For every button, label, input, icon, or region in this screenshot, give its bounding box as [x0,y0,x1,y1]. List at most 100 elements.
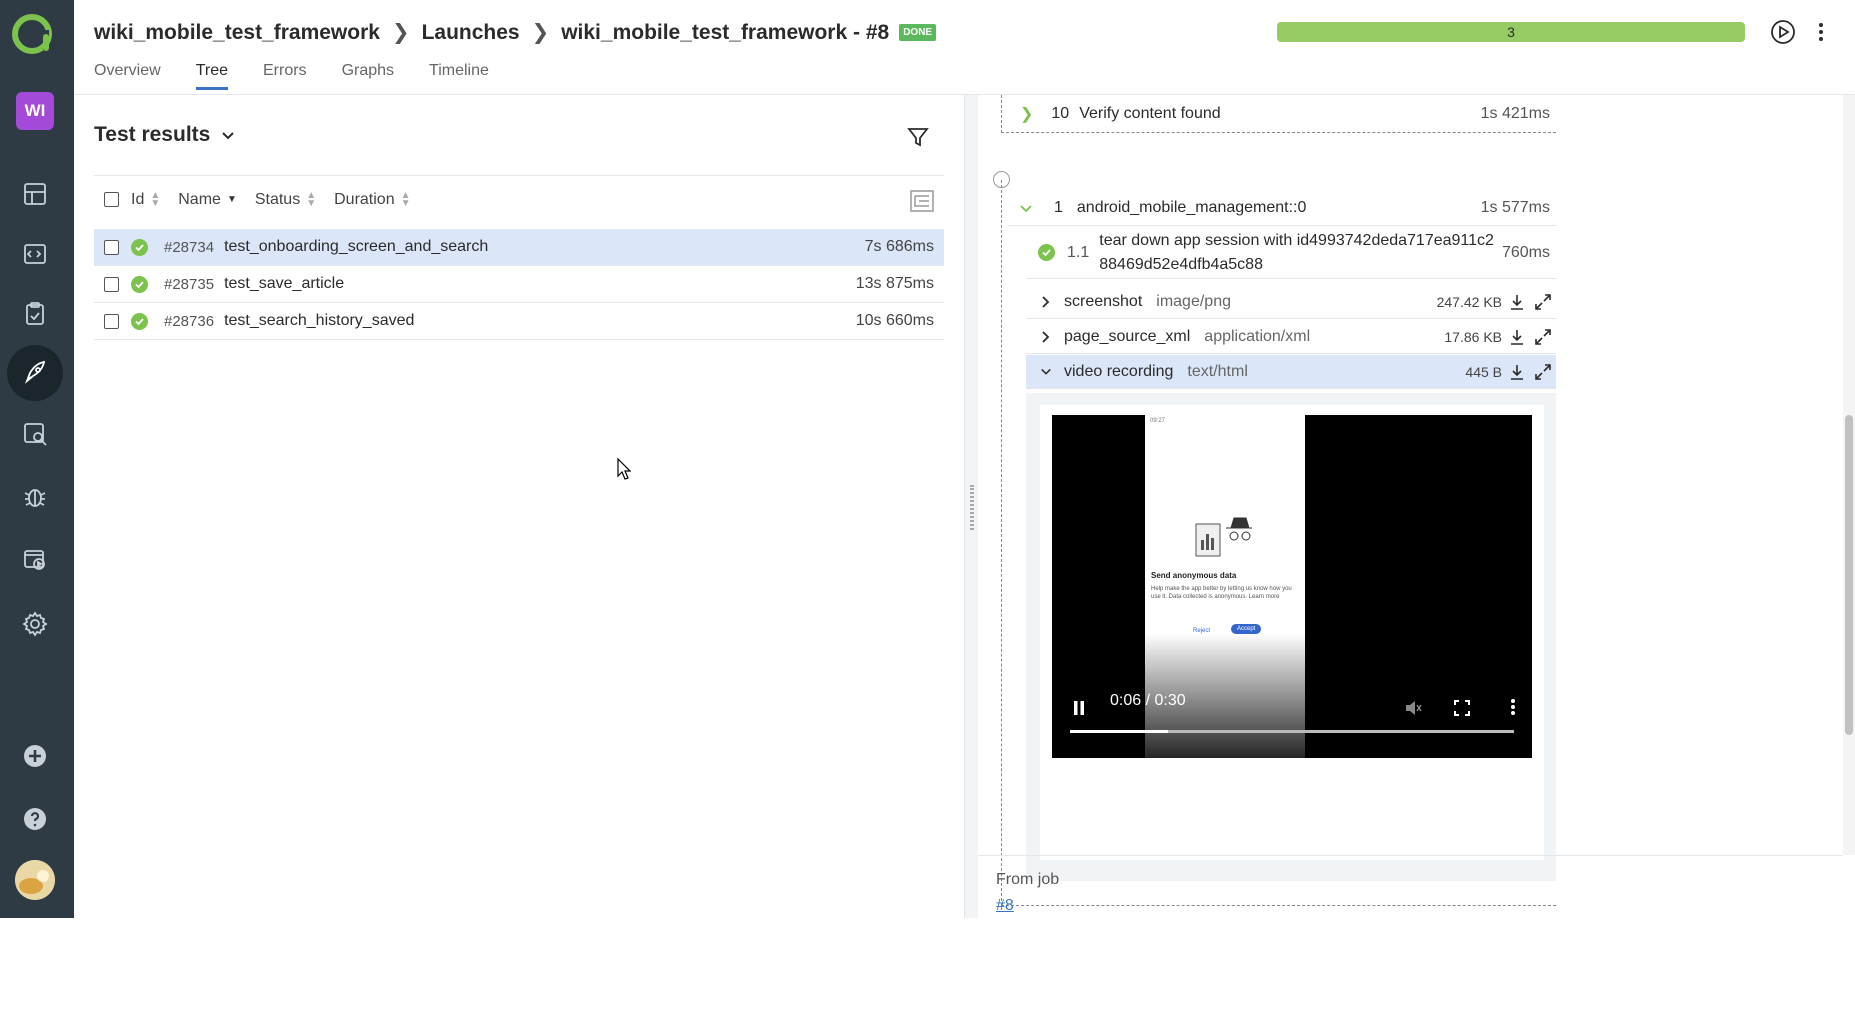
step-duration: 1s 421ms [1480,104,1550,122]
launch-tabs: Overview Tree Errors Graphs Timeline [94,62,524,90]
dashboards-icon[interactable] [17,176,53,212]
user-avatar[interactable] [15,860,55,900]
attachment-row[interactable]: screenshot image/png 247.42 KB [1026,285,1556,319]
from-job-section: From job #8 [978,855,1843,1015]
tab-graphs[interactable]: Graphs [342,62,394,90]
attachment-row[interactable]: video recording text/html 445 B [1026,355,1556,389]
chevron-right-icon [1042,295,1050,308]
chevron-down-icon [1041,368,1051,375]
row-id: #28734 [164,238,215,256]
test-results-dropdown[interactable]: Test results [94,123,236,147]
row-duration: 13s 875ms [855,275,934,292]
more-vertical-icon[interactable] [1510,698,1516,716]
pane-resize-handle[interactable] [964,95,978,918]
tab-tree[interactable]: Tree [195,62,229,90]
breadcrumb-project[interactable]: wiki_mobile_test_framework [94,21,380,45]
column-id[interactable]: Id ▲ ▼ [131,190,160,209]
table-row[interactable]: #28734 test_onboarding_screen_and_search… [94,229,944,266]
attachment-size: 17.86 KB [1444,328,1502,345]
chevron-right-icon: ❯ [531,21,550,44]
attachment-name: screenshot [1064,292,1143,310]
step-duration: 760ms [1501,243,1550,261]
tab-errors[interactable]: Errors [263,62,307,90]
attachment-mime: application/xml [1204,327,1311,345]
video-seek-bar[interactable] [1070,730,1514,733]
attachment-mime: image/png [1156,292,1231,310]
results-table-header: Id ▲ ▼ Name ▼ Status ▲ ▼ Duration ▲ ▼ [94,175,944,223]
rerun-play-icon[interactable] [1769,18,1797,46]
sidebar: WI [0,0,74,918]
chevron-right-icon: ❯ [391,21,410,44]
step-name: Verify content found [1079,104,1221,122]
video-screen-text: Help make the app better by letting us k… [1151,586,1292,600]
expand-icon[interactable] [1534,293,1552,311]
row-checkbox[interactable] [104,276,119,292]
step-duration: 1s 577ms [1480,198,1550,216]
row-id: #28735 [164,275,215,293]
help-icon[interactable] [17,801,53,837]
column-duration[interactable]: Duration ▲ ▼ [334,190,410,209]
video-player[interactable]: 09:27 Send anonymous data Help make the … [1040,405,1544,860]
expand-icon[interactable] [1534,328,1552,346]
column-status[interactable]: Status ▲ ▼ [255,190,316,209]
scrollbar-thumb[interactable] [1845,415,1853,735]
row-duration: 10s 660ms [855,312,934,329]
from-job-link[interactable]: #8 [996,897,1825,915]
filter-icon[interactable] [906,125,930,149]
download-icon[interactable] [1508,293,1526,311]
passed-status-icon [1038,244,1055,261]
download-icon[interactable] [1508,363,1526,381]
more-vertical-icon[interactable] [1814,18,1828,46]
tab-overview[interactable]: Overview [94,62,161,90]
row-name[interactable]: test_save_article [224,275,344,293]
allure-logo-icon[interactable] [10,12,54,56]
row-duration: 7s 686ms [864,238,934,255]
step-row[interactable]: ❯ 10 Verify content found 1s 421ms [1001,95,1556,133]
row-name[interactable]: test_onboarding_screen_and_search [224,238,488,256]
sort-icon: ▼ [226,193,237,205]
video-seek-progress [1070,730,1168,733]
add-icon[interactable] [17,738,53,774]
launches-rocket-icon[interactable] [17,355,53,391]
table-row[interactable]: #28736 test_search_history_saved 10s 660… [94,303,944,340]
fixture-group-row[interactable]: 1 android_mobile_management::0 1s 577ms [1008,190,1556,226]
analytics-search-icon[interactable] [17,416,53,452]
step-name: android_mobile_management::0 [1076,198,1307,216]
tree-view-icon[interactable] [910,190,934,212]
attachment-name: page_source_xml [1064,327,1191,345]
test-cases-icon[interactable] [17,236,53,272]
mute-volume-icon[interactable] [1404,700,1422,716]
pause-icon[interactable] [1072,700,1086,716]
tab-timeline[interactable]: Timeline [429,62,489,90]
scrollbar[interactable] [1843,95,1855,855]
workspace-avatar[interactable]: WI [16,92,54,130]
attachment-row[interactable]: page_source_xml application/xml 17.86 KB [1026,320,1556,354]
teardown-fixture-icon [993,171,1010,188]
test-plans-icon[interactable] [17,296,53,332]
expand-icon[interactable] [1534,363,1552,381]
defects-bug-icon[interactable] [17,478,53,514]
column-name[interactable]: Name ▼ [178,191,237,209]
step-row[interactable]: 1.1 tear down app session with id4993742… [1026,227,1556,279]
passed-status-icon [131,238,148,256]
fullscreen-icon[interactable] [1454,700,1470,716]
jobs-icon[interactable] [17,541,53,577]
chevron-right-icon [1042,330,1050,343]
from-job-label: From job [996,871,1060,888]
step-number: 1.1 [1067,243,1090,261]
mouse-cursor-icon [617,458,631,480]
chevron-down-icon [1020,204,1032,212]
settings-gear-icon[interactable] [17,606,53,642]
row-id: #28736 [164,312,215,330]
row-name[interactable]: test_search_history_saved [224,312,414,330]
row-checkbox[interactable] [104,239,119,255]
breadcrumb-launches[interactable]: Launches [422,21,520,45]
attachment-size: 247.42 KB [1436,293,1502,310]
select-all-checkbox[interactable] [104,192,119,207]
breadcrumb-launch: wiki_mobile_test_framework - #8 [561,20,890,44]
step-number: 1 [1054,198,1063,216]
download-icon[interactable] [1508,328,1526,346]
table-row[interactable]: #28735 test_save_article 13s 875ms [94,266,944,303]
passed-status-icon [131,275,148,293]
row-checkbox[interactable] [104,313,119,329]
